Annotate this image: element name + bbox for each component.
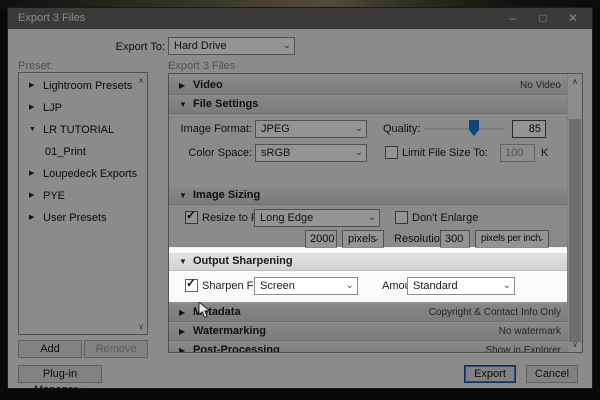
quality-label: Quality: [383,123,421,135]
remove-button[interactable]: Remove [84,340,148,358]
collapsed-arrow-icon: ▶ [179,327,186,336]
limit-file-size-checkbox[interactable] [385,146,398,159]
scroll-up-icon[interactable]: ∧ [568,77,582,86]
limit-file-size-label: Limit File Size To: [402,147,488,159]
maximize-icon[interactable]: □ [528,8,558,29]
expanded-arrow-icon[interactable]: ▼ [29,119,41,141]
chevron-down-icon: ⌄ [354,123,363,134]
export-button[interactable]: Export [464,365,516,383]
preset-item-pye[interactable]: ▶ PYE [19,185,147,207]
mouse-cursor-icon [198,300,212,324]
section-header-image-sizing[interactable]: ▼ Image Sizing [169,186,567,205]
preset-label: Preset: [18,60,53,72]
expanded-arrow-icon: ▼ [179,257,187,266]
chevron-down-icon: ⌄ [354,147,363,158]
collapsed-arrow-icon[interactable]: ▶ [29,185,41,207]
image-format-label: Image Format: [180,123,252,135]
chevron-down-icon: ⌄ [536,233,545,244]
chevron-down-icon: ⌄ [502,280,511,291]
scroll-down-icon[interactable]: ∨ [138,322,144,331]
resolution-unit-dropdown[interactable]: pixels per inch ⌄ [475,230,549,248]
size-value-field[interactable]: 2000 [305,230,337,248]
scroll-down-icon[interactable]: ∨ [568,340,582,349]
preset-item-loupedeck-exports[interactable]: ▶ Loupedeck Exports [19,163,147,185]
post-processing-status: Show in Explorer [485,345,561,353]
resize-to-fit-dropdown[interactable]: Long Edge ⌄ [254,209,380,227]
collapsed-arrow-icon[interactable]: ▶ [29,75,41,97]
preset-item-ljp[interactable]: ▶ LJP [19,97,147,119]
video-status: No Video [520,80,561,91]
metadata-status: Copyright & Contact Info Only [428,307,561,318]
color-space-label: Color Space: [188,147,252,159]
section-header-watermarking[interactable]: ▶ Watermarking No watermark [169,322,567,341]
preset-item-user-presets[interactable]: ▶ User Presets [19,207,147,229]
close-icon[interactable]: ✕ [558,8,588,29]
resize-to-fit-checkbox[interactable]: ✓ [185,208,198,224]
preset-item-01-print[interactable]: 01_Print [19,141,147,163]
collapsed-arrow-icon: ▶ [179,81,186,90]
check-icon: ✓ [186,276,197,290]
section-header-output-sharpening[interactable]: ▼ Output Sharpening [169,252,567,271]
settings-scroll-area: ▶ Video No Video ▼ File Settings Image F… [168,73,583,353]
collapsed-arrow-icon[interactable]: ▶ [29,163,41,185]
export-to-dropdown[interactable]: Hard Drive ⌄ [168,37,295,55]
size-unit-dropdown[interactable]: pixels ⌄ [342,230,384,248]
expanded-arrow-icon: ▼ [179,100,187,109]
limit-file-size-field[interactable]: 100 [500,144,535,162]
add-button[interactable]: Add [18,340,82,358]
collapsed-arrow-icon[interactable]: ▶ [29,207,41,229]
quality-value-field[interactable]: 85 [512,120,546,138]
scrollbar-thumb[interactable] [569,119,581,342]
export-dialog: Export 3 Files – □ ✕ Export To: Hard Dri… [8,8,592,396]
color-space-dropdown[interactable]: sRGB ⌄ [255,144,367,162]
quality-slider-thumb[interactable] [469,120,479,136]
dont-enlarge-label: Don't Enlarge [412,212,479,224]
collapsed-arrow-icon: ▶ [179,346,186,353]
preset-item-lightroom-presets[interactable]: ▶ Lightroom Presets [19,75,147,97]
check-icon: ✓ [186,208,197,222]
chevron-down-icon: ⌄ [282,40,291,51]
preset-item-lr-tutorial[interactable]: ▼ LR TUTORIAL [19,119,147,141]
collapsed-arrow-icon: ▶ [179,308,186,317]
resolution-value-field[interactable]: 300 [440,230,470,248]
sharpen-for-checkbox[interactable]: ✓ [185,276,198,292]
settings-scrollbar[interactable]: ∧ ∨ [567,74,582,352]
plugin-manager-button[interactable]: Plug-in Manager... [18,365,102,396]
preset-list: ∧ ▶ Lightroom Presets ▶ LJP ▼ LR TUTORIA… [18,72,148,335]
limit-unit-label: K [541,147,549,159]
export-to-label: Export To: [115,41,165,53]
section-header-file-settings[interactable]: ▼ File Settings [169,95,567,114]
section-header-video[interactable]: ▶ Video No Video [169,76,567,95]
section-header-post-processing[interactable]: ▶ Post-Processing Show in Explorer [169,341,567,353]
cancel-button[interactable]: Cancel [526,365,578,383]
window-title: Export 3 Files [18,12,86,24]
collapsed-arrow-icon[interactable]: ▶ [29,97,41,119]
section-header-metadata[interactable]: ▶ Metadata Copyright & Contact Info Only [169,303,567,322]
amount-dropdown[interactable]: Standard ⌄ [407,277,515,295]
dont-enlarge-checkbox[interactable] [395,211,408,224]
output-sharpening-section: ▼ Output Sharpening ✓ Sharpen For: Scree… [169,248,567,303]
sharpen-for-dropdown[interactable]: Screen ⌄ [254,277,358,295]
watermarking-status: No watermark [498,326,561,337]
expanded-arrow-icon: ▼ [179,191,187,200]
chevron-down-icon: ⌄ [371,233,380,244]
minimize-icon[interactable]: – [498,8,528,29]
settings-panel-label: Export 3 Files [168,60,236,72]
quality-slider-track[interactable] [424,128,505,130]
chevron-down-icon: ⌄ [367,212,376,223]
chevron-down-icon: ⌄ [345,280,354,291]
title-bar[interactable]: Export 3 Files – □ ✕ [8,8,592,29]
image-format-dropdown[interactable]: JPEG ⌄ [255,120,367,138]
